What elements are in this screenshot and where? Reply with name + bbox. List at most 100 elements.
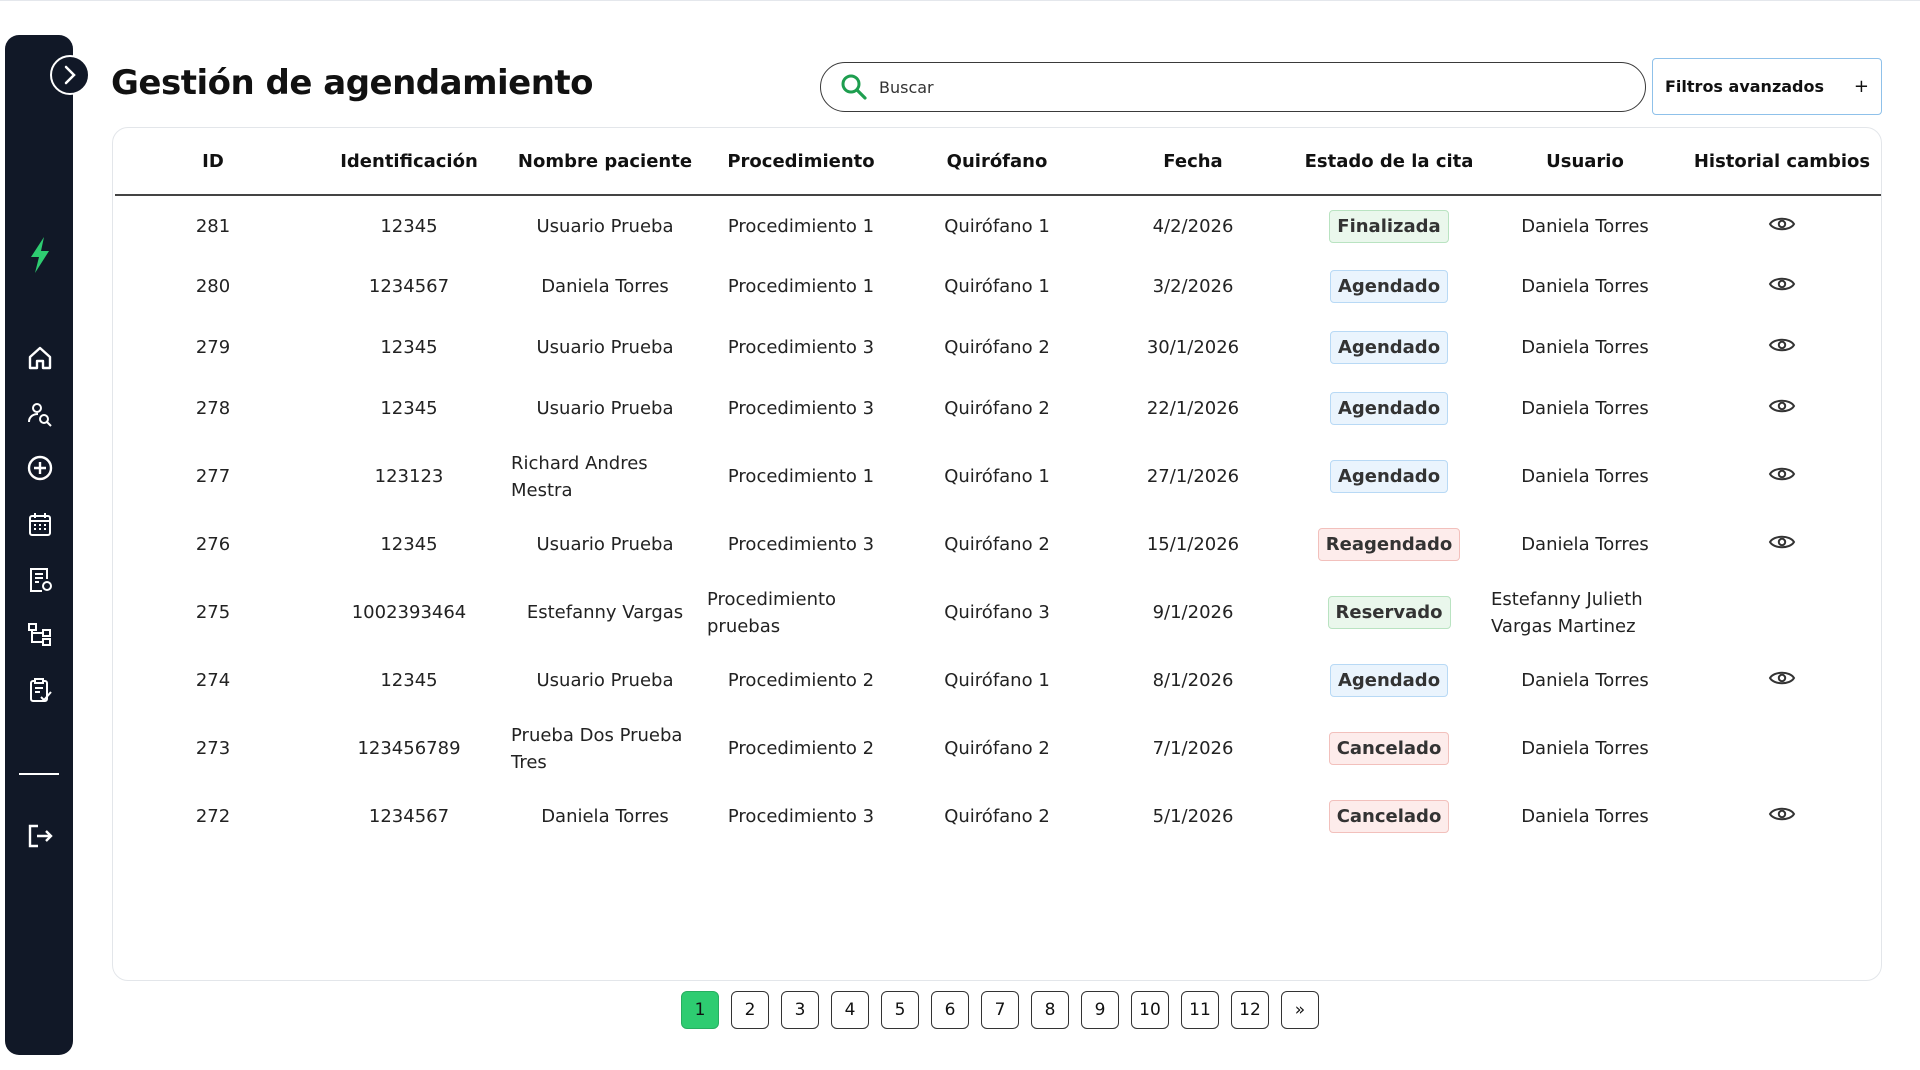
pagination-page-button[interactable]: 6 [931,991,969,1029]
cell-quirofano-text: Quirófano 2 [944,337,1050,358]
cell-id-text: 277 [195,466,231,487]
view-history-eye-icon[interactable] [1768,804,1796,824]
cell-nombre-paciente: Prueba Dos Prueba Tres [507,711,703,786]
nav-add-button[interactable] [25,453,55,483]
cell-nombre-paciente-text: Prueba Dos Prueba Tres [511,724,683,773]
logout-button[interactable] [25,821,55,851]
cell-usuario-text: Daniela Torres [1521,534,1649,555]
cell-nombre-paciente-text: Usuario Prueba [536,398,674,419]
cell-estado: Cancelado [1291,711,1487,786]
hierarchy-icon [28,623,51,646]
cell-historial [1683,514,1881,575]
pagination-page-button[interactable]: 11 [1181,991,1219,1029]
nav-calendar-button[interactable] [25,509,55,539]
table-row: 273 123456789 Prueba Dos Prueba Tres Proced… [115,711,1881,786]
user-search-icon [28,403,52,427]
cell-identificacion-text: 12345 [380,534,438,555]
cell-identificacion-text: 12345 [380,398,438,419]
cell-id: 277 [115,439,311,514]
cell-fecha: 7/1/2026 [1095,711,1291,786]
cell-id: 278 [115,378,311,439]
nav-clipboard-button[interactable] [25,675,55,705]
cell-nombre-paciente-text: Usuario Prueba [536,534,674,555]
view-history-eye-icon[interactable] [1768,335,1796,355]
nav-patients-button[interactable] [25,399,55,429]
status-badge: Reagendado [1317,528,1461,561]
view-history-eye-icon[interactable] [1768,668,1796,688]
cell-procedimiento-text: Procedimiento 1 [727,466,875,487]
cell-usuario: Daniela Torres [1487,439,1683,514]
cell-nombre-paciente-text: Estefanny Vargas [526,602,684,623]
cell-fecha-text: 22/1/2026 [1146,398,1240,419]
cell-quirofano-text: Quirófano 2 [944,534,1050,555]
pagination-page-button[interactable]: 8 [1031,991,1069,1029]
cell-fecha-text: 15/1/2026 [1146,534,1240,555]
cell-usuario-text: Daniela Torres [1521,337,1649,358]
cell-quirofano: Quirófano 1 [899,195,1095,256]
cell-usuario: Daniela Torres [1487,378,1683,439]
cell-fecha: 9/1/2026 [1095,575,1291,650]
cell-procedimiento: Procedimiento 3 [703,786,899,847]
pagination-page-button[interactable]: 1 [681,991,719,1029]
cell-identificacion-text: 1234567 [368,806,450,827]
sidebar-toggle-button[interactable] [50,55,90,95]
cell-fecha: 15/1/2026 [1095,514,1291,575]
appointments-table: ID Identificación Nombre paciente Proced… [115,128,1881,847]
pagination-next-button[interactable]: » [1281,991,1319,1029]
cell-procedimiento: Procedimiento 2 [703,650,899,711]
cell-quirofano: Quirófano 2 [899,514,1095,575]
pagination-page-button[interactable]: 7 [981,991,1019,1029]
status-badge: Cancelado [1328,800,1450,833]
appointments-table-card: ID Identificación Nombre paciente Proced… [112,127,1882,981]
cell-nombre-paciente: Usuario Prueba [507,195,703,256]
cell-id: 280 [115,256,311,317]
column-header-nombre-paciente: Nombre paciente [507,128,703,196]
cell-quirofano-text: Quirófano 2 [944,738,1050,759]
cell-usuario-text: Daniela Torres [1521,806,1649,827]
view-history-eye-icon[interactable] [1768,532,1796,552]
view-history-eye-icon[interactable] [1768,274,1796,294]
table-row: 276 12345 Usuario Prueba Procedimiento 3 Qui… [115,514,1881,575]
nav-hierarchy-button[interactable] [25,619,55,649]
cell-procedimiento-text: Procedimiento pruebas [707,588,837,637]
view-history-eye-icon[interactable] [1768,464,1796,484]
pagination-page-button[interactable]: 12 [1231,991,1269,1029]
cell-fecha: 27/1/2026 [1095,439,1291,514]
cell-fecha: 30/1/2026 [1095,317,1291,378]
view-history-eye-icon[interactable] [1768,396,1796,416]
pagination-page-button[interactable]: 5 [881,991,919,1029]
nav-home-button[interactable] [25,343,55,373]
advanced-filters-button[interactable]: Filtros avanzados + [1652,58,1882,115]
cell-usuario-text: Estefanny Julieth Vargas Martinez [1491,588,1643,637]
view-history-eye-icon[interactable] [1768,214,1796,234]
cell-procedimiento-text: Procedimiento 2 [727,738,875,759]
cell-usuario: Daniela Torres [1487,514,1683,575]
cell-fecha-text: 7/1/2026 [1152,738,1234,759]
cell-estado: Cancelado [1291,786,1487,847]
cell-estado: Agendado [1291,256,1487,317]
cell-quirofano: Quirófano 1 [899,439,1095,514]
cell-quirofano: Quirófano 2 [899,711,1095,786]
search-input[interactable] [879,77,1599,97]
cell-procedimiento: Procedimiento 3 [703,514,899,575]
cell-historial [1683,195,1881,256]
pagination-page-button[interactable]: 10 [1131,991,1169,1029]
nav-documents-button[interactable] [25,565,55,595]
advanced-filters-label: Filtros avanzados [1665,77,1825,96]
pagination-page-button[interactable]: 3 [781,991,819,1029]
cell-id: 273 [115,711,311,786]
pagination-page-button[interactable]: 4 [831,991,869,1029]
search-bar[interactable] [820,62,1646,112]
cell-id-text: 273 [195,738,231,759]
cell-quirofano: Quirófano 2 [899,378,1095,439]
status-badge: Cancelado [1328,732,1450,765]
cell-id-text: 278 [195,398,231,419]
column-header-fecha: Fecha [1095,128,1291,196]
cell-id: 275 [115,575,311,650]
cell-id-text: 281 [195,215,231,237]
table-row: 272 1234567 Daniela Torres Procedimiento 3 Q… [115,786,1881,847]
pagination-page-button[interactable]: 9 [1081,991,1119,1029]
pagination-page-button[interactable]: 2 [731,991,769,1029]
cell-historial [1683,256,1881,317]
cell-quirofano: Quirófano 2 [899,317,1095,378]
